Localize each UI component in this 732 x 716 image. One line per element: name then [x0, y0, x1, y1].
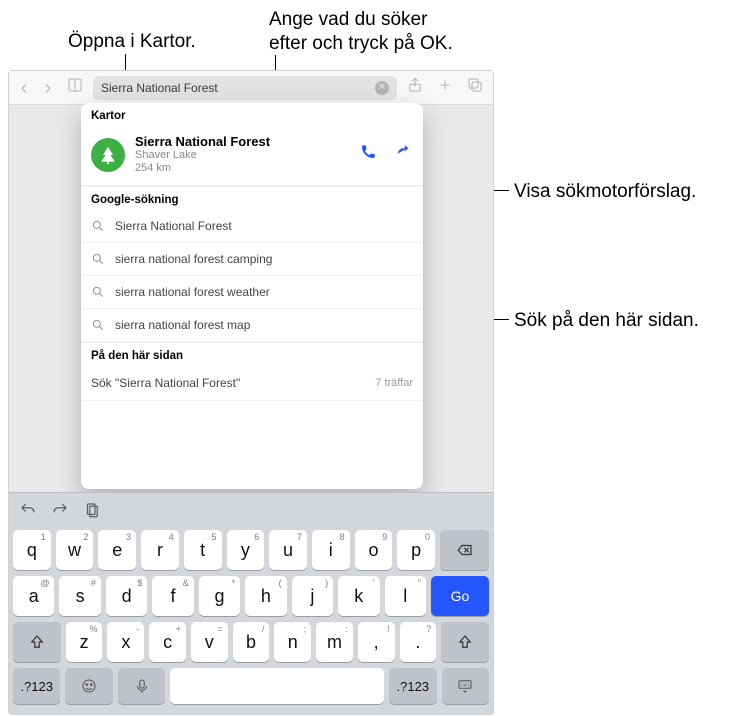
keyboard-row-3: %z-x+c=v/b;n:m!,?.: [13, 622, 489, 662]
tabs-icon[interactable]: [463, 76, 487, 99]
key-c[interactable]: +c: [149, 622, 186, 662]
key-y[interactable]: 6y: [227, 530, 265, 570]
backspace-key[interactable]: [440, 530, 489, 570]
search-suggestion[interactable]: Sierra National Forest: [81, 210, 423, 243]
maps-result-row[interactable]: Sierra National Forest Shaver Lake 254 k…: [81, 126, 423, 186]
onpage-section-header: På den här sidan: [81, 342, 423, 366]
search-suggestion[interactable]: sierra national forest map: [81, 309, 423, 342]
search-suggestion[interactable]: sierra national forest camping: [81, 243, 423, 276]
directions-icon[interactable]: [395, 143, 413, 166]
go-key[interactable]: Go: [431, 576, 489, 616]
shift-key-right[interactable]: [441, 622, 489, 662]
key-l[interactable]: "l: [385, 576, 426, 616]
shift-key-left[interactable]: [13, 622, 61, 662]
key-h[interactable]: (h: [245, 576, 286, 616]
keyboard-row-1: 1q2w3e4r5t6y7u8i9o0p: [13, 530, 489, 570]
maps-result-sub1: Shaver Lake: [135, 149, 270, 162]
address-bar[interactable]: Sierra National Forest ✕: [93, 76, 397, 100]
google-section-header: Google-sökning: [81, 186, 423, 210]
search-suggestions-panel: Kartor Sierra National Forest Shaver Lak…: [81, 103, 423, 489]
key-e[interactable]: 3e: [98, 530, 136, 570]
keyboard-row-4: .?123 .?123: [13, 668, 489, 704]
reading-list-icon[interactable]: [63, 76, 87, 99]
key-comma[interactable]: !,: [358, 622, 395, 662]
maps-section-header: Kartor: [81, 103, 423, 126]
key-r[interactable]: 4r: [141, 530, 179, 570]
suggestion-text: sierra national forest camping: [115, 252, 272, 266]
key-f[interactable]: &f: [152, 576, 193, 616]
callout-line1: Ange vad du söker: [269, 8, 453, 32]
forward-button[interactable]: ›: [39, 78, 57, 98]
suggestion-text: Sierra National Forest: [115, 219, 232, 233]
callout-line2: efter och tryck på OK.: [269, 32, 453, 56]
keyboard-row-2: @a#s$d&f*g(h)j'k"lGo: [13, 576, 489, 616]
find-on-page-text: Sök "Sierra National Forest": [91, 376, 240, 390]
emoji-key[interactable]: [65, 668, 112, 704]
key-o[interactable]: 9o: [355, 530, 393, 570]
key-m[interactable]: :m: [316, 622, 353, 662]
key-j[interactable]: )j: [292, 576, 333, 616]
key-g[interactable]: *g: [199, 576, 240, 616]
key-b[interactable]: /b: [233, 622, 270, 662]
key-p[interactable]: 0p: [397, 530, 435, 570]
search-suggestion[interactable]: sierra national forest weather: [81, 276, 423, 309]
key-k[interactable]: 'k: [338, 576, 379, 616]
key-n[interactable]: ;n: [274, 622, 311, 662]
key-x[interactable]: -x: [107, 622, 144, 662]
undo-icon[interactable]: [19, 501, 37, 524]
search-icon: [91, 318, 105, 332]
tree-icon: [91, 138, 125, 172]
callout-engine-suggestions: Visa sökmotorförslag.: [514, 180, 696, 204]
maps-actions: [359, 143, 413, 166]
maps-result-title: Sierra National Forest: [135, 134, 270, 149]
maps-result-sub2: 254 km: [135, 162, 270, 175]
share-icon[interactable]: [403, 76, 427, 99]
onscreen-keyboard: 1q2w3e4r5t6y7u8i9o0p @a#s$d&f*g(h)j'k"lG…: [9, 492, 493, 714]
callout-open-in-maps: Öppna i Kartor.: [68, 30, 196, 54]
clear-icon[interactable]: ✕: [375, 81, 389, 95]
space-key[interactable]: [170, 668, 384, 704]
maps-result-text: Sierra National Forest Shaver Lake 254 k…: [135, 134, 270, 175]
key-v[interactable]: =v: [191, 622, 228, 662]
search-icon: [91, 252, 105, 266]
key-t[interactable]: 5t: [184, 530, 222, 570]
keyboard-toolbar: [9, 497, 493, 530]
key-d[interactable]: $d: [106, 576, 147, 616]
key-q[interactable]: 1q: [13, 530, 51, 570]
suggestion-text: sierra national forest weather: [115, 285, 270, 299]
key-s[interactable]: #s: [59, 576, 100, 616]
key-u[interactable]: 7u: [269, 530, 307, 570]
callout-search-on-page: Sök på den här sidan.: [514, 309, 699, 333]
panel-filler: [81, 401, 423, 489]
key-i[interactable]: 8i: [312, 530, 350, 570]
suggestion-text: sierra national forest map: [115, 318, 250, 332]
find-on-page-hits: 7 träffar: [375, 377, 413, 389]
redo-icon[interactable]: [51, 501, 69, 524]
call-icon[interactable]: [359, 143, 377, 166]
key-a[interactable]: @a: [13, 576, 54, 616]
key-z[interactable]: %z: [66, 622, 103, 662]
mode-key-right[interactable]: .?123: [389, 668, 436, 704]
address-bar-text: Sierra National Forest: [101, 81, 218, 95]
device-frame: ‹ › Sierra National Forest ✕ Kartor Sier…: [8, 70, 494, 715]
search-icon: [91, 219, 105, 233]
new-tab-icon[interactable]: [433, 76, 457, 99]
find-on-page-row[interactable]: Sök "Sierra National Forest" 7 träffar: [81, 366, 423, 401]
clipboard-icon[interactable]: [83, 501, 101, 524]
callout-search-hint: Ange vad du söker efter och tryck på OK.: [269, 8, 453, 56]
search-icon: [91, 285, 105, 299]
back-button[interactable]: ‹: [15, 78, 33, 98]
safari-toolbar: ‹ › Sierra National Forest ✕: [9, 71, 493, 105]
key-w[interactable]: 2w: [56, 530, 94, 570]
dismiss-keyboard-key[interactable]: [442, 668, 489, 704]
dictation-key[interactable]: [118, 668, 165, 704]
key-period[interactable]: ?.: [400, 622, 437, 662]
mode-key-left[interactable]: .?123: [13, 668, 60, 704]
